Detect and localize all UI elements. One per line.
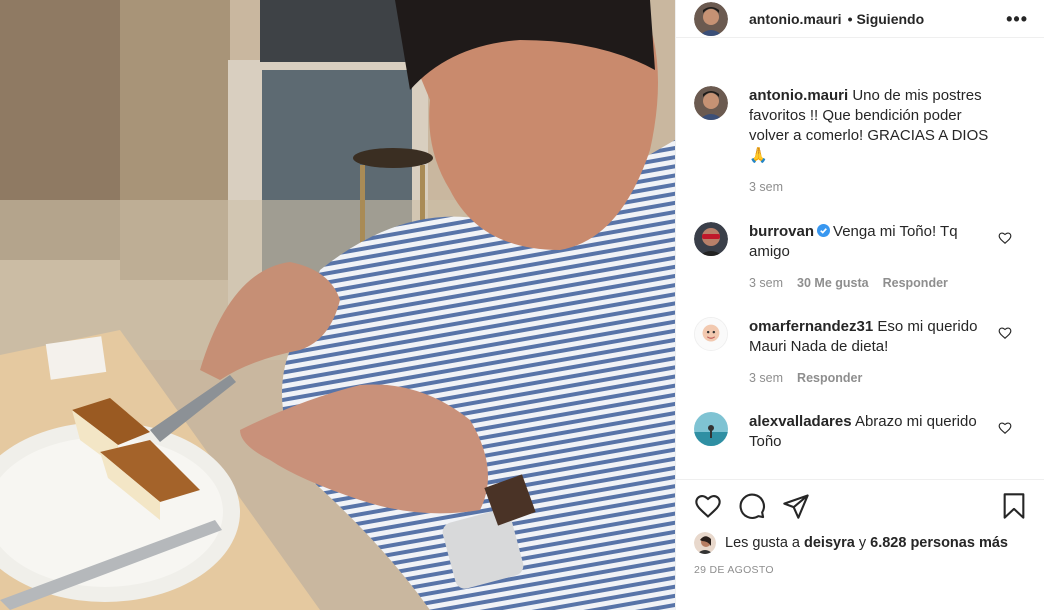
caption-avatar[interactable] xyxy=(694,86,728,120)
post-date[interactable]: 29 DE AGOSTO xyxy=(694,564,1028,576)
liker-username[interactable]: deisyra xyxy=(804,535,855,551)
commenter-avatar[interactable] xyxy=(694,222,728,256)
comment-time[interactable]: 3 sem xyxy=(749,368,783,388)
caption-time[interactable]: 3 sem xyxy=(749,177,783,197)
post-header: antonio.mauri • Siguiendo ••• xyxy=(676,0,1044,38)
comment-username[interactable]: burrovan xyxy=(749,223,814,240)
action-bar xyxy=(694,480,1028,532)
comment-item: alexvalladares Abrazo mi querido Toño xyxy=(694,412,1028,452)
author-avatar[interactable] xyxy=(694,1,728,36)
caption: antonio.mauri Uno de mis postres favorit… xyxy=(694,86,1028,197)
comment-time[interactable]: 3 sem xyxy=(749,273,783,293)
likes-summary: Les gusta a deisyra y 6.828 personas más xyxy=(694,532,1028,554)
more-icon[interactable]: ••• xyxy=(1006,10,1028,28)
bookmark-icon[interactable] xyxy=(1000,492,1028,520)
comment-item: omarfernandez31 Eso mi querido Mauri Nad… xyxy=(694,317,1028,388)
follow-status[interactable]: Siguiendo xyxy=(856,11,924,27)
post-photo[interactable] xyxy=(0,0,675,610)
share-icon[interactable] xyxy=(782,492,810,520)
photo-illustration xyxy=(0,0,675,610)
comment-item: burrovan Venga mi Toño! Tq amigo 3 sem 30… xyxy=(694,222,1028,293)
comment-heart-icon[interactable] xyxy=(998,231,1012,245)
comment-heart-icon[interactable] xyxy=(998,326,1012,340)
praying-hands-emoji: 🙏 xyxy=(749,147,768,164)
heart-icon[interactable] xyxy=(694,492,722,520)
likes-count[interactable]: 6.828 personas más xyxy=(870,535,1008,551)
comment-heart-icon[interactable] xyxy=(998,421,1012,435)
comment-icon[interactable] xyxy=(738,492,766,520)
follow-separator: • xyxy=(847,10,853,27)
caption-username[interactable]: antonio.mauri xyxy=(749,87,848,104)
comments-list[interactable]: antonio.mauri Uno de mis postres favorit… xyxy=(676,38,1044,479)
commenter-avatar[interactable] xyxy=(694,317,728,351)
likes-prefix: Les gusta a xyxy=(725,535,800,551)
commenter-avatar[interactable] xyxy=(694,412,728,446)
comment-likes[interactable]: 30 Me gusta xyxy=(797,273,869,293)
reply-button[interactable]: Responder xyxy=(883,273,948,293)
post-actions: Les gusta a deisyra y 6.828 personas más… xyxy=(676,479,1044,576)
author-username[interactable]: antonio.mauri xyxy=(749,11,842,27)
verified-icon xyxy=(817,224,831,237)
comment-username[interactable]: omarfernandez31 xyxy=(749,318,873,335)
likes-joiner: y xyxy=(858,535,867,551)
reply-button[interactable]: Responder xyxy=(797,368,862,388)
liker-avatar[interactable] xyxy=(694,532,716,554)
comment-username[interactable]: alexvalladares xyxy=(749,413,852,430)
post-panel: antonio.mauri • Siguiendo ••• antonio.ma… xyxy=(675,0,1044,610)
